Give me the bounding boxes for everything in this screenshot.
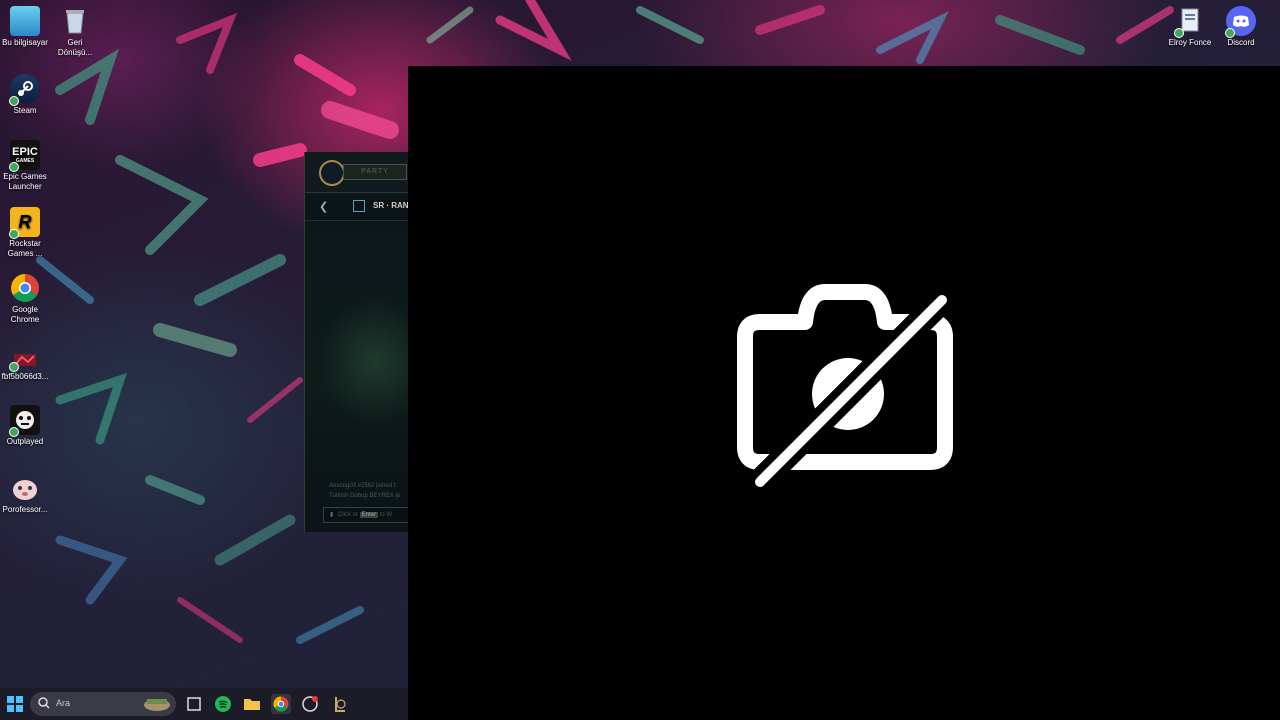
desktop-icon-epic-games[interactable]: EPIC GAMES Epic Games Launcher xyxy=(0,140,50,192)
sync-check-icon xyxy=(9,362,19,372)
elroy-fonce-label: Elroy Fonce xyxy=(1168,38,1212,47)
desktop-icon-chrome[interactable]: Google Chrome xyxy=(0,273,50,325)
outplayed-label: Outplayed xyxy=(6,437,44,446)
taskbar: Ara xyxy=(0,688,408,720)
desktop-icon-this-pc[interactable]: Bu bilgisayar xyxy=(0,6,50,48)
desktop-icon-porofessor[interactable]: Porofessor... xyxy=(0,473,50,515)
sync-check-icon xyxy=(9,162,19,172)
chat-bubble-icon: ▮ xyxy=(330,512,334,518)
sync-check-icon xyxy=(1174,28,1184,38)
file-explorer-icon xyxy=(244,699,260,710)
desktop-icon-steam[interactable]: Steam xyxy=(0,74,50,116)
discord-icon xyxy=(1225,6,1256,38)
image-file-icon xyxy=(9,350,40,372)
sync-check-icon xyxy=(9,96,19,106)
chat-input-key: Enter xyxy=(359,512,379,518)
desktop-icon-discord[interactable]: Discord xyxy=(1216,6,1266,48)
taskbar-chrome[interactable] xyxy=(271,694,291,714)
chrome-icon xyxy=(273,696,289,712)
taskbar-outplayed[interactable] xyxy=(300,694,320,714)
chrome-label: Google Chrome xyxy=(10,305,40,324)
taskbar-file-explorer[interactable] xyxy=(242,694,262,714)
task-view-icon xyxy=(187,697,201,711)
desktop-icon-outplayed[interactable]: Outplayed xyxy=(0,405,50,447)
search-placeholder: Ara xyxy=(56,698,71,708)
league-client-window[interactable]: PARTY ❮ SR · RAN Amolog03 #2562 joined t… xyxy=(304,152,409,532)
desktop-icon-rockstar[interactable]: R Rockstar Games ... xyxy=(0,207,50,259)
discord-label: Discord xyxy=(1227,38,1255,47)
steam-icon xyxy=(9,74,40,106)
sync-check-icon xyxy=(1225,28,1235,38)
chat-input[interactable]: ▮ Click or Enter to W xyxy=(323,507,409,523)
outplayed-icon xyxy=(302,696,318,712)
porofessor-icon xyxy=(10,473,40,503)
outplayed-icon xyxy=(9,405,40,437)
windows-start-icon xyxy=(7,696,23,712)
taskbar-search-box[interactable]: Ara xyxy=(30,692,176,716)
camera-off-icon xyxy=(737,284,955,495)
recycle-bin-label: Geri Dönüşü... xyxy=(57,38,93,57)
epic-logo-text: EPIC xyxy=(12,145,38,158)
epic-games-label: Epic Games Launcher xyxy=(3,172,47,191)
rockstar-label: Rockstar Games ... xyxy=(7,239,43,258)
task-view-button[interactable] xyxy=(184,694,204,714)
windows-start-button[interactable] xyxy=(5,694,25,714)
back-chevron-icon[interactable]: ❮ xyxy=(319,200,328,213)
webcam-overlay-panel xyxy=(408,66,1280,720)
league-logo-icon[interactable] xyxy=(319,160,345,186)
chat-line: Amolog03 #2562 joined t xyxy=(329,483,396,489)
lol-queue-header: ❮ SR · RAN xyxy=(305,192,409,221)
party-button[interactable]: PARTY xyxy=(343,164,407,180)
chat-line: Turkish Dobup BEYREX jo xyxy=(329,493,401,499)
queue-mode-icon xyxy=(353,200,365,212)
epic-logo-subtext: GAMES xyxy=(15,157,35,164)
recycle-bin-icon xyxy=(60,6,90,36)
lol-top-bar: PARTY xyxy=(305,152,409,193)
rockstar-icon: R xyxy=(9,207,40,239)
lol-lobby-background xyxy=(305,221,409,491)
epic-games-icon: EPIC GAMES xyxy=(9,140,40,172)
desktop-icon-recycle-bin[interactable]: Geri Dönüşü... xyxy=(50,6,100,58)
this-pc-label: Bu bilgisayar xyxy=(2,38,48,47)
chat-input-prefix: Click or xyxy=(337,512,358,518)
chrome-icon xyxy=(10,273,40,303)
search-highlight-icon xyxy=(144,699,170,711)
porofessor-label: Porofessor... xyxy=(2,505,48,514)
steam-label: Steam xyxy=(13,106,37,115)
file-label: fbf5b066d3... xyxy=(1,372,49,381)
document-icon xyxy=(1174,6,1205,38)
rockstar-logo-text: R xyxy=(18,212,32,232)
search-icon xyxy=(38,697,50,709)
sync-check-icon xyxy=(9,427,19,437)
desktop-icon-elroy-fonce[interactable]: Elroy Fonce xyxy=(1165,6,1215,48)
sync-check-icon xyxy=(9,229,19,239)
queue-mode-label: SR · RAN xyxy=(373,201,409,210)
league-client-icon xyxy=(335,697,346,712)
taskbar-league-client[interactable] xyxy=(330,694,350,714)
spotify-icon xyxy=(215,696,231,712)
taskbar-spotify[interactable] xyxy=(213,694,233,714)
desktop-icon-file[interactable]: fbf5b066d3... xyxy=(0,350,50,382)
this-pc-icon xyxy=(10,6,40,36)
chat-input-suffix: to W xyxy=(379,512,393,518)
